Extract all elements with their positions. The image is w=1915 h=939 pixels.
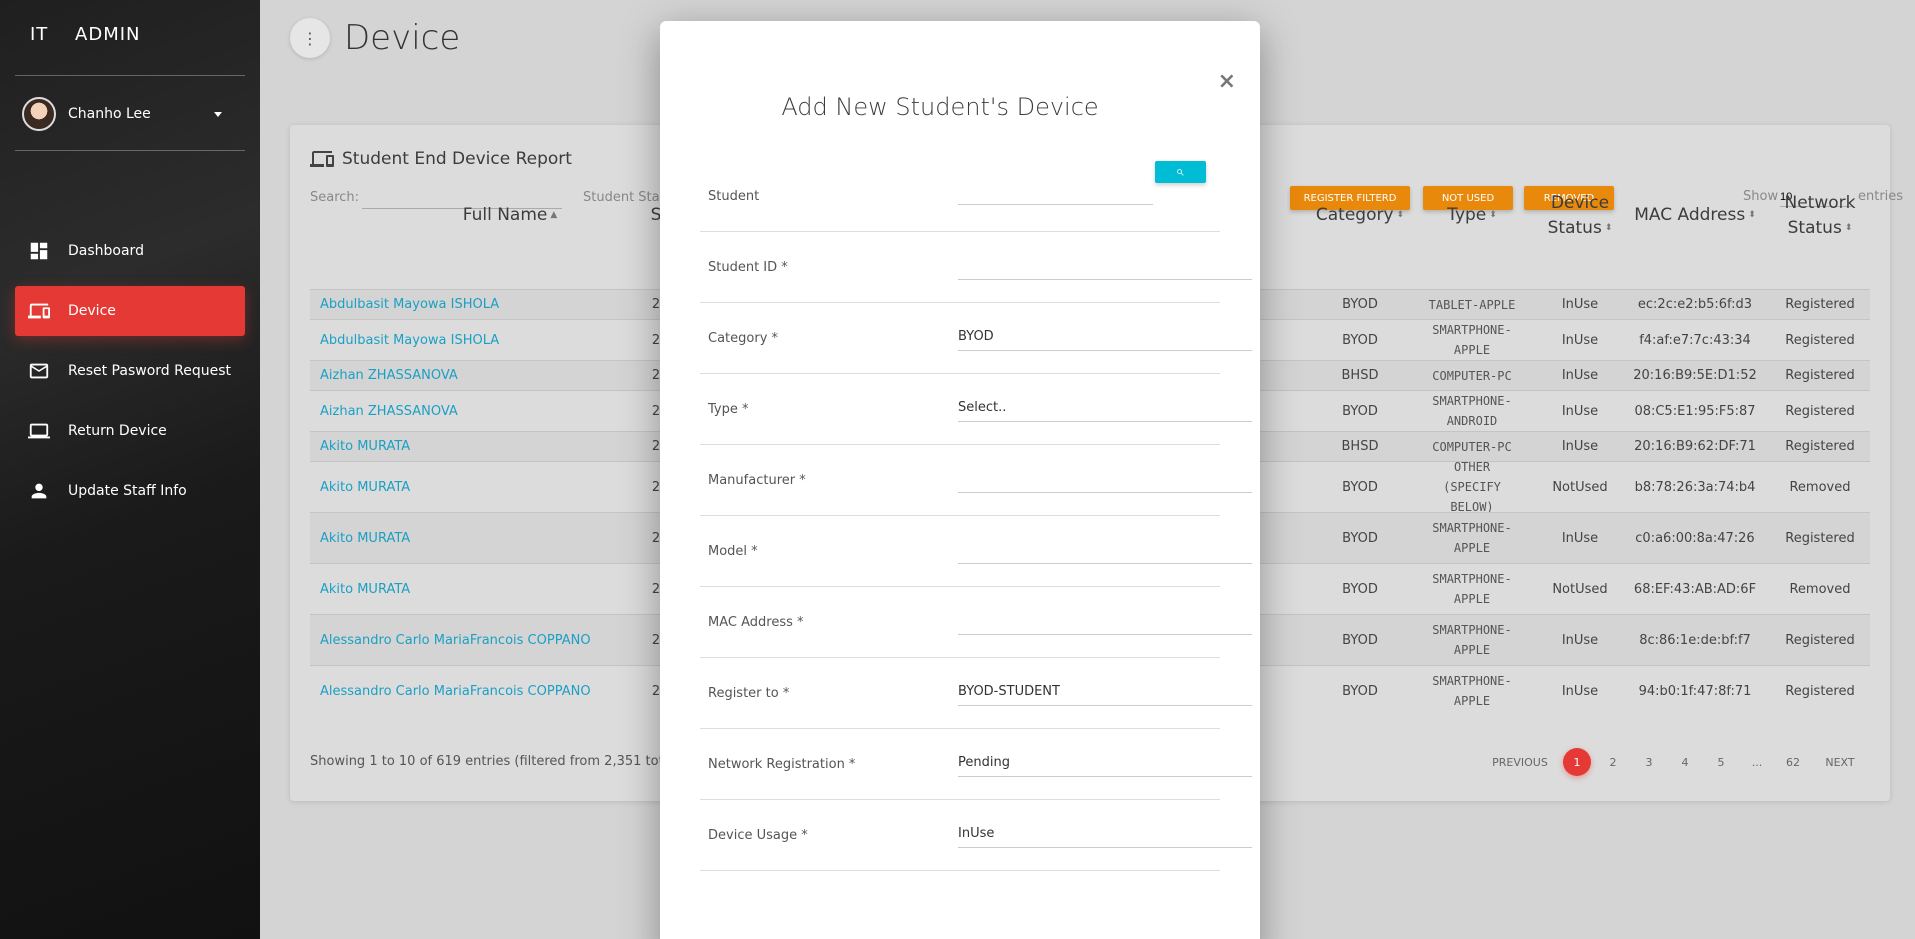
- mac-address-input[interactable]: [958, 605, 1252, 635]
- field-label: Student ID *: [708, 260, 788, 275]
- student-id-field: Student ID *: [700, 232, 1252, 303]
- manufacturer-field: Manufacturer *: [700, 445, 1252, 516]
- close-icon[interactable]: ×: [1218, 69, 1236, 94]
- category-field: Category * BYOD: [700, 303, 1252, 374]
- add-device-modal: × Add New Student's Device Student Stude…: [660, 21, 1260, 939]
- device-usage-field: Device Usage * InUse: [700, 800, 1252, 871]
- network-registration-field: Network Registration * Pending: [700, 729, 1252, 800]
- category-select[interactable]: BYOD: [958, 321, 1252, 351]
- student-search-button[interactable]: [1155, 161, 1206, 183]
- search-icon: [1177, 168, 1184, 176]
- type-select[interactable]: Select..: [958, 392, 1252, 422]
- model-field: Model *: [700, 516, 1252, 587]
- field-label: Network Registration *: [708, 757, 856, 772]
- field-label: Category *: [708, 331, 779, 346]
- field-label: Model *: [708, 544, 758, 559]
- type-field: Type * Select..: [700, 374, 1252, 445]
- field-label: Student: [708, 189, 760, 204]
- mac-address-field: MAC Address *: [700, 587, 1252, 658]
- manufacturer-input[interactable]: [958, 463, 1252, 493]
- network-registration-select[interactable]: Pending: [958, 747, 1252, 777]
- student-id-input[interactable]: [958, 250, 1252, 280]
- field-label: Device Usage *: [708, 828, 808, 843]
- model-input[interactable]: [958, 534, 1252, 564]
- register-to-select[interactable]: BYOD-STUDENT: [958, 676, 1252, 706]
- modal-title: Add New Student's Device: [781, 93, 1099, 121]
- register-to-field: Register to * BYOD-STUDENT: [700, 658, 1252, 729]
- student-field: Student: [700, 161, 1220, 232]
- field-label: Type *: [708, 402, 749, 417]
- device-usage-select[interactable]: InUse: [958, 818, 1252, 848]
- student-input[interactable]: [958, 171, 1153, 205]
- field-label: Manufacturer *: [708, 473, 806, 488]
- field-label: MAC Address *: [708, 615, 804, 630]
- field-label: Register to *: [708, 686, 790, 701]
